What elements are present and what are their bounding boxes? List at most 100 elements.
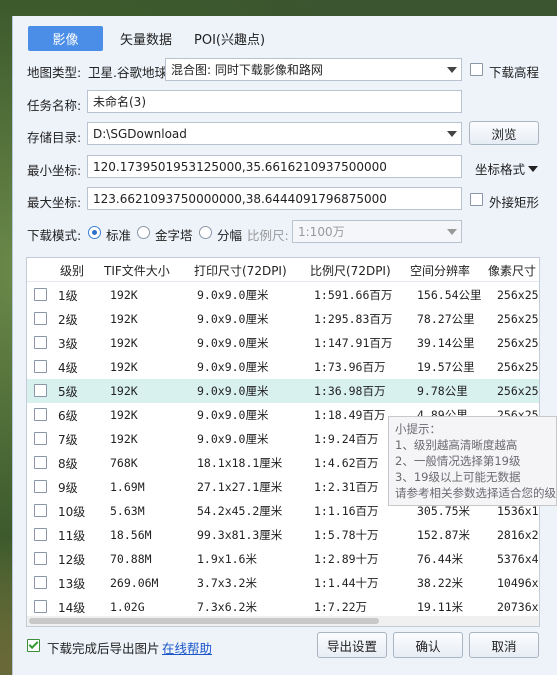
confirm-button[interactable]: 确认 xyxy=(393,632,463,658)
row-checkbox[interactable] xyxy=(34,336,47,349)
cell-level: 10级 xyxy=(58,504,86,519)
row-checkbox[interactable] xyxy=(34,552,47,565)
cell-tif-size: 70.88M xyxy=(110,552,152,566)
mode-standard-label: 标准 xyxy=(106,228,132,243)
row-checkbox[interactable] xyxy=(34,480,47,493)
cell-print-size: 9.0x9.0厘米 xyxy=(197,312,269,326)
mode-tile-label: 分幅 xyxy=(217,228,243,243)
row-checkbox[interactable] xyxy=(34,504,47,517)
row-checkbox[interactable] xyxy=(34,432,47,445)
coord-format-button[interactable]: 坐标格式 xyxy=(475,159,539,178)
cell-pixel-size: 256x256 xyxy=(497,312,539,326)
outer-rect-checkbox[interactable] xyxy=(470,193,483,206)
cell-tif-size: 1.69M xyxy=(110,480,145,494)
cell-print-size: 18.1x18.1厘米 xyxy=(197,456,283,470)
row-checkbox[interactable] xyxy=(34,312,47,325)
cell-print-size: 54.2x45.2厘米 xyxy=(197,504,283,518)
col-scale: 比例尺(72DPI) xyxy=(310,263,391,278)
row-checkbox[interactable] xyxy=(34,600,47,613)
table-row[interactable]: 3级 192K 9.0x9.0厘米 1:147.91百万 39.14公里 256x256 xyxy=(27,331,539,355)
cell-print-size: 1.9x1.6米 xyxy=(197,552,257,566)
cell-level: 4级 xyxy=(58,360,78,375)
horizontal-scrollbar[interactable] xyxy=(27,616,539,626)
mode-standard-radio[interactable] xyxy=(88,226,101,239)
tab-imagery[interactable]: 影像 xyxy=(28,26,103,51)
storage-dir-label: 存储目录: xyxy=(27,130,82,145)
col-pixel-size: 像素尺寸 xyxy=(488,263,537,278)
table-row[interactable]: 12级 70.88M 1.9x1.6米 1:2.89十万 76.44米 5376x460 xyxy=(27,547,539,571)
elevation-checkbox[interactable] xyxy=(470,63,483,76)
hint-tooltip: 小提示： 1、级别越高清晰度越高 2、一般情况选择第19级 3、19级以上可能无… xyxy=(388,416,557,506)
table-row[interactable]: 5级 192K 9.0x9.0厘米 1:36.98百万 9.78公里 256x256 xyxy=(27,379,539,403)
mode-pyramid-label: 金字塔 xyxy=(155,228,193,243)
cell-pixel-size: 256x256 xyxy=(497,360,539,374)
min-coord-input[interactable]: 120.1739501953125000,35.6616210937500000 xyxy=(87,155,462,178)
cell-tif-size: 5.63M xyxy=(110,504,145,518)
cell-level: 3级 xyxy=(58,336,78,351)
row-checkbox[interactable] xyxy=(34,288,47,301)
cell-print-size: 27.1x27.1厘米 xyxy=(197,480,283,494)
export-after-download-label: 下载完成后导出图片 xyxy=(47,641,160,656)
cancel-button[interactable]: 取消 xyxy=(469,632,539,658)
cell-level: 12级 xyxy=(58,552,86,567)
cell-print-size: 9.0x9.0厘米 xyxy=(197,432,269,446)
scale-select[interactable]: 1:100万 xyxy=(292,220,462,243)
cell-tif-size: 269.06M xyxy=(110,576,159,590)
mode-pyramid-radio[interactable] xyxy=(137,226,150,239)
export-settings-button[interactable]: 导出设置 xyxy=(317,632,387,658)
col-print-size: 打印尺寸(72DPI) xyxy=(194,263,287,278)
cell-tif-size: 18.56M xyxy=(110,528,152,542)
browse-button[interactable]: 浏览 xyxy=(469,121,539,145)
cell-tif-size: 192K xyxy=(110,384,138,398)
cell-scale: 1:4.62百万 xyxy=(314,456,379,470)
download-mode-label: 下载模式: xyxy=(27,228,82,243)
scrollbar-thumb[interactable] xyxy=(29,618,379,624)
tab-vector-data[interactable]: 矢量数据 xyxy=(120,26,172,51)
cell-level: 6级 xyxy=(58,408,78,423)
row-checkbox[interactable] xyxy=(34,456,47,469)
row-checkbox[interactable] xyxy=(34,408,47,421)
cell-level: 2级 xyxy=(58,312,78,327)
col-tif-size: TIF文件大小 xyxy=(104,263,170,278)
cell-tif-size: 192K xyxy=(110,432,138,446)
cell-print-size: 9.0x9.0厘米 xyxy=(197,288,269,302)
cell-scale: 1:1.44十万 xyxy=(314,576,379,590)
scale-label: 比例尺: xyxy=(247,228,289,243)
cell-pixel-size: 10496x9 xyxy=(497,576,539,590)
cell-scale: 1:73.96百万 xyxy=(314,360,386,374)
row-checkbox[interactable] xyxy=(34,384,47,397)
row-checkbox[interactable] xyxy=(34,360,47,373)
cell-level: 9级 xyxy=(58,480,78,495)
row-checkbox[interactable] xyxy=(34,528,47,541)
cell-print-size: 9.0x9.0厘米 xyxy=(197,384,269,398)
scale-value: 1:100万 xyxy=(298,225,345,239)
online-help-link[interactable]: 在线帮助 xyxy=(162,638,212,657)
map-source: 卫星.谷歌地球 xyxy=(88,65,167,80)
max-coord-input[interactable]: 123.6621093750000000,38.6444091796875000 xyxy=(87,187,462,210)
table-row[interactable]: 11级 18.56M 99.3x81.3厘米 1:5.78十万 152.87米 2816x… xyxy=(27,523,539,547)
mode-tile-radio[interactable] xyxy=(199,226,212,239)
coord-format-label: 坐标格式 xyxy=(475,162,526,177)
tab-poi[interactable]: POI(兴趣点) xyxy=(194,26,265,51)
cell-resolution: 9.78公里 xyxy=(417,384,468,398)
table-row[interactable]: 4级 192K 9.0x9.0厘米 1:73.96百万 19.57公里 256x256 xyxy=(27,355,539,379)
table-row[interactable]: 1级 192K 9.0x9.0厘米 1:591.66百万 156.54公里 256x256 xyxy=(27,283,539,307)
table-header: 级别 TIF文件大小 打印尺寸(72DPI) 比例尺(72DPI) 空间分辨率 … xyxy=(27,258,539,282)
storage-dir-select[interactable]: D:\SGDownload xyxy=(87,122,462,145)
cell-resolution: 76.44米 xyxy=(417,552,464,566)
cell-scale: 1:1.16百万 xyxy=(314,504,379,518)
cell-scale: 1:2.89十万 xyxy=(314,552,379,566)
task-name-input[interactable]: 未命名(3) xyxy=(87,90,462,113)
col-level: 级别 xyxy=(60,263,85,278)
table-row[interactable]: 2级 192K 9.0x9.0厘米 1:295.83百万 78.27公里 256x256 xyxy=(27,307,539,331)
cell-print-size: 9.0x9.0厘米 xyxy=(197,408,269,422)
cell-resolution: 38.22米 xyxy=(417,576,464,590)
cell-resolution: 152.87米 xyxy=(417,528,471,542)
cell-tif-size: 192K xyxy=(110,312,138,326)
export-after-download-checkbox[interactable] xyxy=(27,639,40,652)
map-mode-select[interactable]: 混合图: 同时下载影像和路网 xyxy=(165,58,462,81)
tooltip-line: 2、一般情况选择第19级 xyxy=(395,454,521,468)
row-checkbox[interactable] xyxy=(34,576,47,589)
outer-rect-label: 外接矩形 xyxy=(489,195,540,210)
table-row[interactable]: 13级 269.06M 3.7x3.2米 1:1.44十万 38.22米 10496x9 xyxy=(27,571,539,595)
